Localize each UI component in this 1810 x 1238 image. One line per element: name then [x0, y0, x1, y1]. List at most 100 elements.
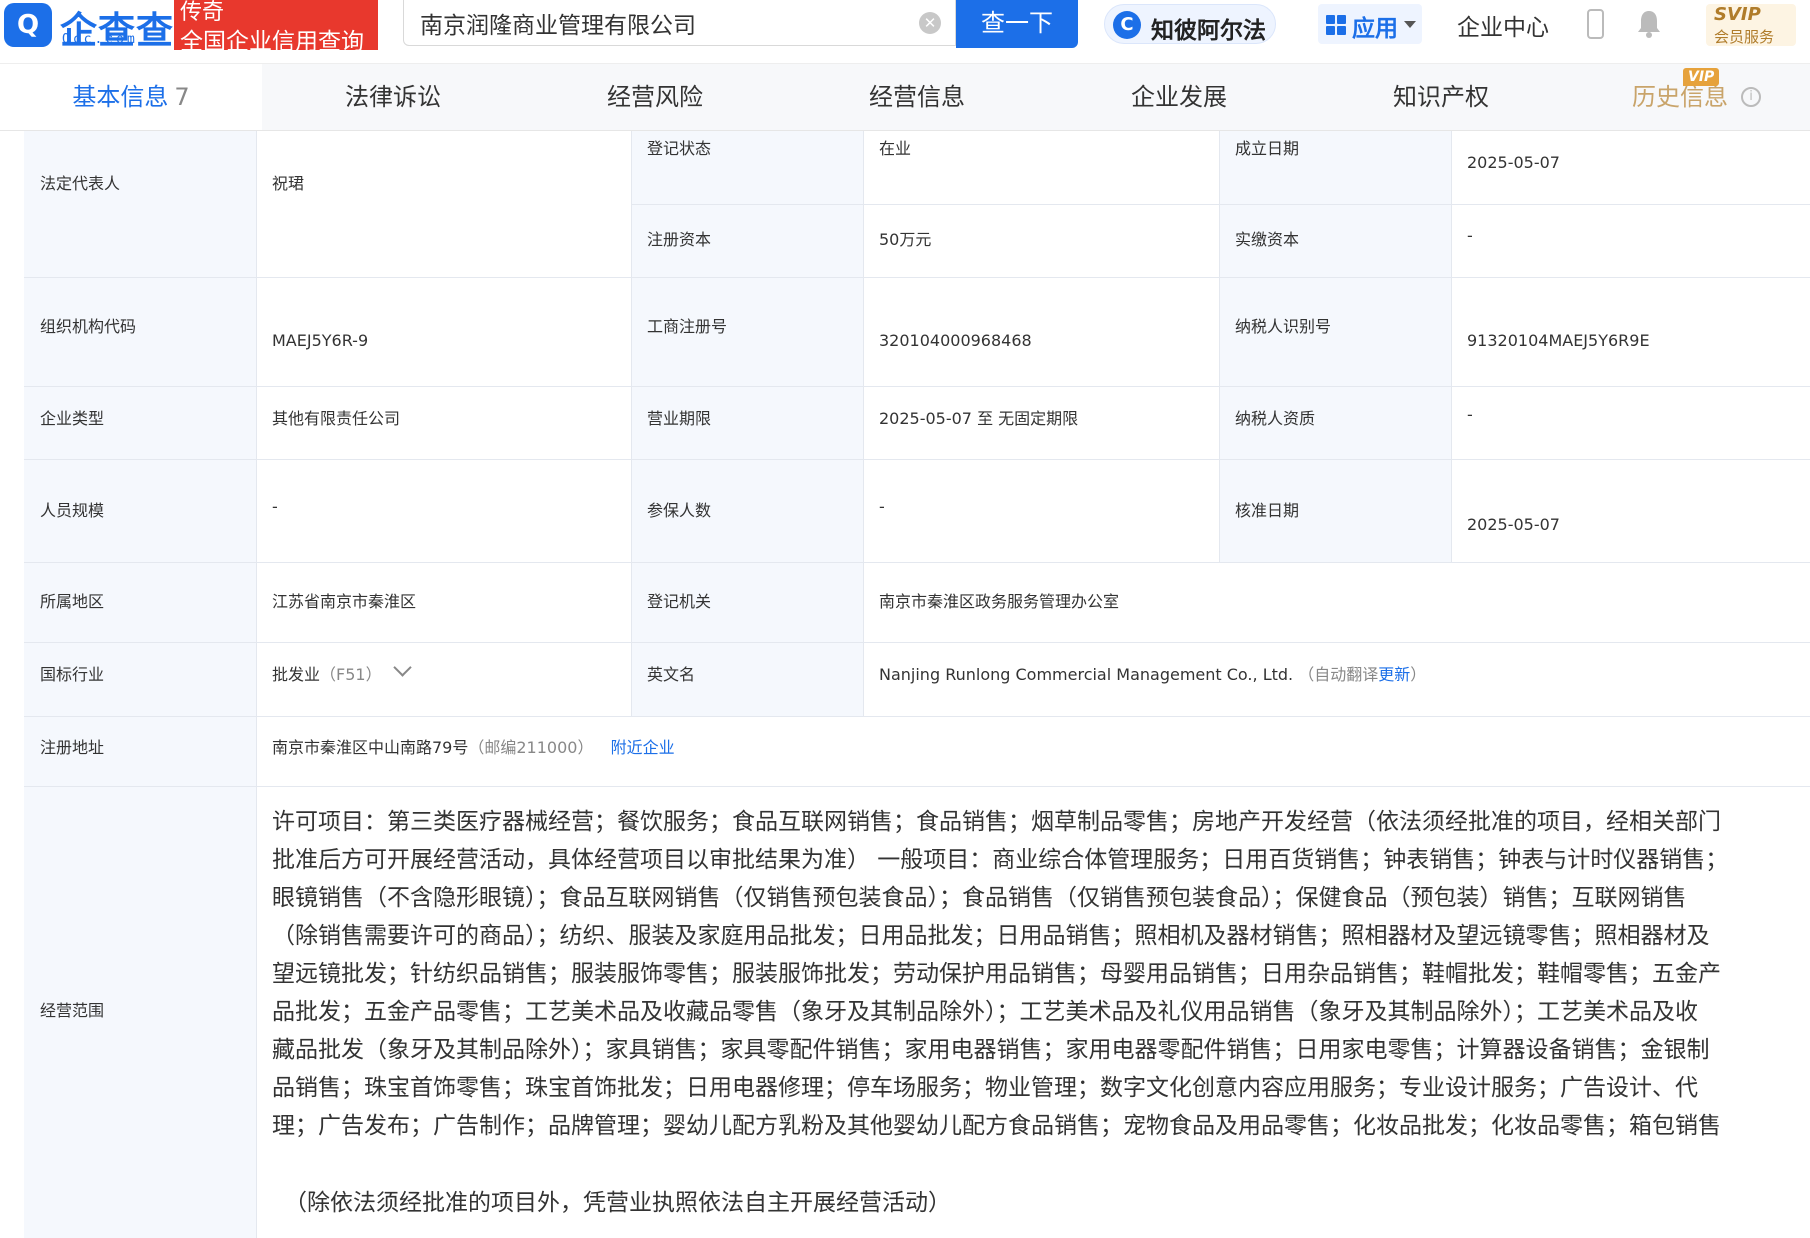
scope-label: 经营范围	[40, 1001, 105, 1020]
logo-domain: Qcc.com	[62, 32, 138, 47]
vip-badge: VIP	[1683, 68, 1720, 86]
member-service-label: 会员服务	[1714, 28, 1775, 46]
ai-assistant-label: 知彼阿尔法	[1151, 18, 1266, 44]
address-zip: （邮编211000）	[468, 738, 594, 757]
industry-label: 国标行业	[40, 665, 105, 684]
auto-translate-note: （自动翻译	[1298, 665, 1379, 684]
industry-value[interactable]: 批发业（F51）	[272, 658, 412, 685]
mobile-phone-icon[interactable]	[1587, 9, 1604, 39]
update-translation-link[interactable]: 更新	[1378, 665, 1410, 684]
biz-term-value: 2025-05-07 至 无固定期限	[879, 409, 1079, 428]
nearby-companies-link[interactable]: 附近企业	[611, 738, 675, 757]
legal-rep-label: 法定代表人	[40, 174, 121, 193]
legal-rep-value[interactable]: 祝珺	[272, 170, 304, 194]
tab-count: 7	[174, 83, 190, 111]
found-date-value: 2025-05-07	[1467, 153, 1560, 172]
insured-label: 参保人数	[647, 501, 712, 520]
taxpayer-id-label: 纳税人识别号	[1235, 317, 1332, 336]
tab-legal-litigation[interactable]: 法律诉讼	[262, 64, 524, 130]
scope-line: 眼镜销售（不含隐形眼镜）；食品互联网销售（仅销售预包装食品）；食品销售（仅销售预…	[272, 885, 1687, 911]
caret-down-icon	[1404, 21, 1416, 28]
scope-line: （除销售需要许可的商品）；纺织、服装及家庭用品批发；日用品批发；日用品销售；照相…	[272, 923, 1710, 949]
auto-translate-note-end: ）	[1410, 665, 1427, 684]
tab-label: 经营风险	[607, 83, 703, 111]
info-icon[interactable]: i	[1741, 87, 1761, 107]
qcc-logo-icon[interactable]: Q	[4, 3, 52, 47]
business-scope-text: 许可项目：第三类医疗器械经营；餐饮服务；食品互联网销售；食品销售；烟草制品零售；…	[272, 803, 1810, 1145]
found-date-label: 成立日期	[1235, 139, 1300, 158]
bell-icon[interactable]	[1636, 8, 1662, 38]
region-label: 所属地区	[40, 592, 105, 611]
address-label: 注册地址	[40, 738, 105, 757]
insured-value: -	[879, 497, 885, 516]
tab-development[interactable]: 企业发展	[1048, 64, 1310, 130]
scope-line: 许可项目：第三类医疗器械经营；餐饮服务；食品互联网销售；食品销售；烟草制品零售；…	[272, 809, 1721, 835]
scope-line: 批准后方可开展经营活动，具体经营项目以审批结果为准） 一般项目：商业综合体管理服…	[272, 847, 1729, 873]
scope-line: 品销售；珠宝首饰零售；珠宝首饰批发；日用电器修理；停车场服务；物业管理；数字文化…	[272, 1075, 1698, 1101]
reg-authority-label: 登记机关	[647, 592, 712, 611]
biz-term-label: 营业期限	[647, 409, 712, 428]
svip-member-button[interactable]: SVIP 会员服务	[1706, 4, 1796, 46]
basic-info-table: 法定代表人 祝珺 登记状态 在业 成立日期 2025-05-07 注册资本 50…	[24, 131, 1810, 1238]
english-name-label: 英文名	[647, 665, 696, 684]
search-input[interactable]: 南京润隆商业管理有限公司 ✕	[403, 0, 956, 46]
taxpayer-qual-value: -	[1467, 405, 1473, 424]
reg-authority-value: 南京市秦淮区政务服务管理办公室	[879, 592, 1120, 611]
tab-basic-info[interactable]: 基本信息 7	[0, 64, 262, 130]
tab-label: 历史信息	[1632, 83, 1728, 111]
scope-line: 望远镜批发；针纺织品销售；服装服饰零售；服装服饰批发；劳动保护用品销售；母婴用品…	[272, 961, 1721, 987]
svip-label: SVIP	[1714, 4, 1761, 25]
biz-reg-no-label: 工商注册号	[647, 317, 728, 336]
company-type-value: 其他有限责任公司	[272, 409, 401, 428]
taxpayer-id-value[interactable]: 91320104MAEJ5Y6R9E	[1467, 331, 1650, 350]
scope-line: 品批发；五金产品零售；工艺美术品及收藏品零售（象牙及其制品除外）；工艺美术品及礼…	[272, 999, 1698, 1025]
tab-label: 知识产权	[1393, 83, 1489, 111]
grid-icon	[1326, 15, 1346, 35]
tab-bar: 基本信息 7 法律诉讼 经营风险 经营信息 企业发展 知识产权 历史信息 VIP …	[0, 63, 1810, 131]
apps-label: 应用	[1352, 16, 1398, 42]
reg-capital-label: 注册资本	[647, 230, 712, 249]
business-scope-note: （除依法须经批准的项目外，凭营业执照依法自主开展经营活动）	[284, 1190, 951, 1216]
approval-date-label: 核准日期	[1235, 501, 1300, 520]
tab-label: 经营信息	[869, 83, 965, 111]
tab-operating-risk[interactable]: 经营风险	[524, 64, 786, 130]
top-bar: Q 企查查 Qcc.com 传奇 全国企业信用查询 南京润隆商业管理有限公司 ✕…	[0, 0, 1810, 55]
ai-assistant-button[interactable]: C 知彼阿尔法	[1104, 4, 1276, 44]
tab-intellectual-property[interactable]: 知识产权	[1310, 64, 1572, 130]
english-name-value: Nanjing Runlong Commercial Management Co…	[879, 661, 1426, 685]
apps-menu-button[interactable]: 应用	[1318, 4, 1422, 44]
clear-icon[interactable]: ✕	[919, 12, 941, 34]
taxpayer-qual-label: 纳税人资质	[1235, 409, 1316, 428]
paid-capital-value: -	[1467, 226, 1473, 245]
search-button[interactable]: 查一下	[956, 0, 1078, 48]
org-code-label: 组织机构代码	[40, 317, 137, 336]
tab-label: 企业发展	[1131, 83, 1227, 111]
industry-name: 批发业	[272, 665, 321, 684]
tab-operating-info[interactable]: 经营信息	[786, 64, 1048, 130]
industry-code: （F51）	[320, 665, 382, 684]
enterprise-center-link[interactable]: 企业中心	[1457, 8, 1549, 42]
org-code-value[interactable]: MAEJ5Y6R-9	[272, 331, 368, 350]
paid-capital-label: 实缴资本	[1235, 230, 1300, 249]
scope-line: 理；广告发布；广告制作；品牌管理；婴幼儿配方乳粉及其他婴幼儿配方食品销售；宠物食…	[272, 1113, 1721, 1139]
staff-size-label: 人员规模	[40, 501, 105, 520]
search-input-value[interactable]: 南京润隆商业管理有限公司	[420, 6, 696, 40]
english-name-text: Nanjing Runlong Commercial Management Co…	[879, 665, 1294, 684]
reg-capital-value: 50万元	[879, 230, 932, 249]
reg-status-value: 在业	[879, 139, 912, 158]
scope-line: 藏品批发（象牙及其制品除外）；家具销售；家具零配件销售；家用电器销售；家用电器零…	[272, 1037, 1710, 1063]
address-text[interactable]: 南京市秦淮区中山南路79号	[272, 738, 468, 757]
staff-size-value: -	[272, 497, 278, 516]
legend-banner-bottom: 全国企业信用查询	[180, 29, 364, 55]
company-type-label: 企业类型	[40, 409, 105, 428]
chevron-down-icon[interactable]	[392, 658, 412, 677]
region-value[interactable]: 江苏省南京市秦淮区	[272, 588, 416, 612]
biz-reg-no-value[interactable]: 320104000968468	[879, 331, 1032, 350]
address-value: 南京市秦淮区中山南路79号（邮编211000） 附近企业	[272, 734, 675, 758]
ai-logo-icon: C	[1113, 11, 1141, 39]
approval-date-value: 2025-05-07	[1467, 515, 1560, 534]
reg-status-label: 登记状态	[647, 139, 712, 158]
legend-banner[interactable]: 传奇 全国企业信用查询	[174, 0, 378, 55]
tab-label: 基本信息	[72, 83, 169, 111]
tab-label: 法律诉讼	[345, 83, 441, 111]
